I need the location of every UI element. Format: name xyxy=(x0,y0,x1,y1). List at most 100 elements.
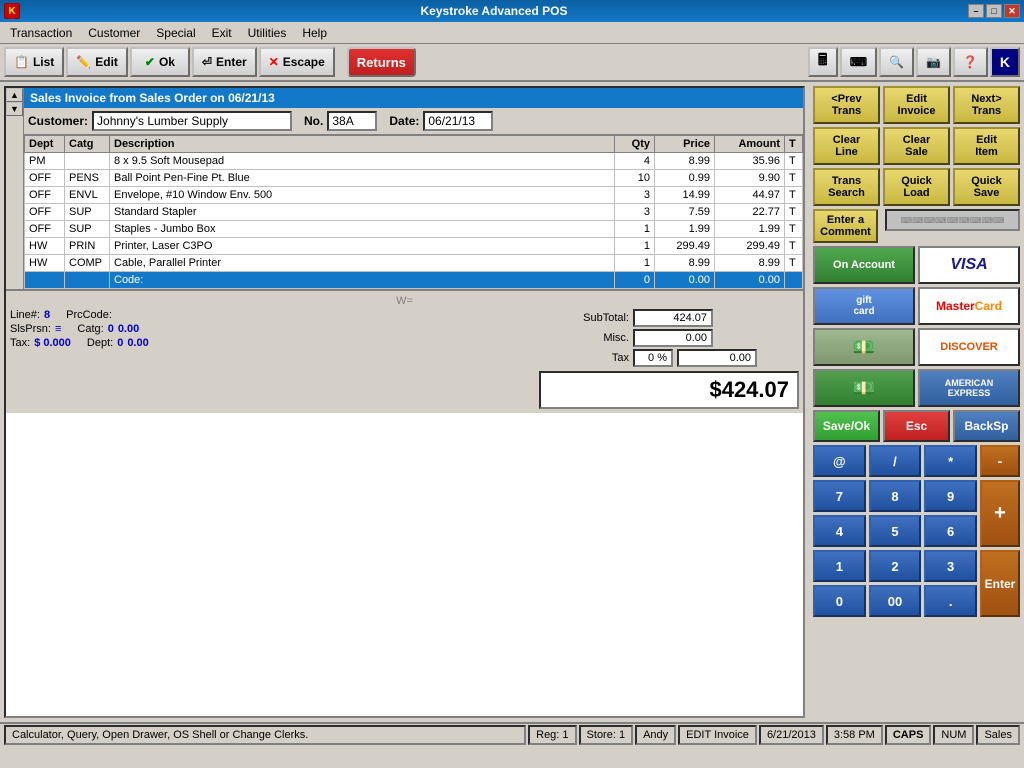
calc-minus-button[interactable]: - xyxy=(980,445,1020,477)
active-code: Code: xyxy=(110,272,615,289)
calc-dot-button[interactable]: . xyxy=(924,585,977,617)
check-button[interactable]: 💵 xyxy=(813,328,915,366)
row-qty: 1 xyxy=(615,221,655,238)
menu-transaction[interactable]: Transaction xyxy=(2,24,80,42)
table-row[interactable]: OFF ENVL Envelope, #10 Window Env. 500 3… xyxy=(25,187,803,204)
visa-button[interactable]: VISA xyxy=(918,246,1020,284)
app-icon: K xyxy=(4,3,20,19)
discover-button[interactable]: DISCOVER xyxy=(918,328,1020,366)
ok-button[interactable]: ✔ Ok xyxy=(130,47,190,77)
calc-2-button[interactable]: 2 xyxy=(869,550,922,582)
backspace-button[interactable]: BackSp xyxy=(953,410,1020,442)
search-toolbar-button[interactable]: 🔍 xyxy=(879,47,914,77)
quick-load-button[interactable]: Quick Load xyxy=(883,168,950,206)
calc-8-button[interactable]: 8 xyxy=(869,480,922,512)
menu-help[interactable]: Help xyxy=(294,24,335,42)
code-input[interactable] xyxy=(146,274,206,286)
ks-toolbar-button[interactable]: K xyxy=(990,47,1020,77)
cash-button[interactable]: 💵 xyxy=(813,369,915,407)
status-reg: Reg: 1 xyxy=(528,725,576,745)
calc-4-button[interactable]: 4 xyxy=(813,515,866,547)
table-row[interactable]: HW PRIN Printer, Laser C3PO 1 299.49 299… xyxy=(25,238,803,255)
calc-at-button[interactable]: @ xyxy=(813,445,866,477)
gift-card-button[interactable]: gift card xyxy=(813,287,915,325)
invoice-date-input[interactable] xyxy=(423,111,493,131)
minimize-button[interactable]: – xyxy=(968,4,984,18)
mastercard-button[interactable]: MasterCard xyxy=(918,287,1020,325)
help-toolbar-button[interactable]: ❓ xyxy=(953,47,988,77)
row-qty: 3 xyxy=(615,204,655,221)
row-price: 0.99 xyxy=(655,170,715,187)
close-button[interactable]: ✕ xyxy=(1004,4,1020,18)
menubar: Transaction Customer Special Exit Utilit… xyxy=(0,22,1024,44)
prev-trans-button[interactable]: <Prev Trans xyxy=(813,86,880,124)
misc-input[interactable] xyxy=(633,329,713,347)
list-button[interactable]: 📋 List xyxy=(4,47,64,77)
slsprsn-value: ≡ xyxy=(55,323,61,335)
row-dept: OFF xyxy=(25,221,65,238)
table-row[interactable]: OFF PENS Ball Point Pen-Fine Pt. Blue 10… xyxy=(25,170,803,187)
row-dept: PM xyxy=(25,153,65,170)
line-value: 8 xyxy=(44,309,50,321)
menu-special[interactable]: Special xyxy=(148,24,203,42)
row-t: T xyxy=(785,204,803,221)
menu-utilities[interactable]: Utilities xyxy=(240,24,295,42)
table-row[interactable]: HW COMP Cable, Parallel Printer 1 8.99 8… xyxy=(25,255,803,272)
calc-9-button[interactable]: 9 xyxy=(924,480,977,512)
restore-button[interactable]: □ xyxy=(986,4,1002,18)
active-input-row[interactable]: Code: 0 0.00 0.00 xyxy=(25,272,803,289)
on-account-button[interactable]: On Account xyxy=(813,246,915,284)
calc-toolbar-button[interactable]: 🖩 xyxy=(808,47,838,77)
statusbar: Calculator, Query, Open Drawer, OS Shell… xyxy=(0,722,1024,746)
calc-1-button[interactable]: 1 xyxy=(813,550,866,582)
save-ok-button[interactable]: Save/Ok xyxy=(813,410,880,442)
calc-6-button[interactable]: 6 xyxy=(924,515,977,547)
customer-input[interactable] xyxy=(92,111,292,131)
calc-div-button[interactable]: / xyxy=(869,445,922,477)
row-price: 1.99 xyxy=(655,221,715,238)
calc-0-button[interactable]: 0 xyxy=(813,585,866,617)
row-amount: 299.49 xyxy=(715,238,785,255)
edit-item-button[interactable]: Edit Item xyxy=(953,127,1020,165)
returns-button[interactable]: Returns xyxy=(347,47,416,77)
escape-button[interactable]: ✕ Escape xyxy=(259,47,335,77)
titlebar-controls: – □ ✕ xyxy=(968,4,1020,18)
calc-mul-button[interactable]: * xyxy=(924,445,977,477)
next-trans-button[interactable]: Next> Trans xyxy=(953,86,1020,124)
calc-5-button[interactable]: 5 xyxy=(869,515,922,547)
table-row[interactable]: PM 8 x 9.5 Soft Mousepad 4 8.99 35.96 T xyxy=(25,153,803,170)
menu-customer[interactable]: Customer xyxy=(80,24,148,42)
edit-invoice-button[interactable]: Edit Invoice xyxy=(883,86,950,124)
calc-7-button[interactable]: 7 xyxy=(813,480,866,512)
amex-button[interactable]: AMERICAN EXPRESS xyxy=(918,369,1020,407)
enter-button[interactable]: ⏎ Enter xyxy=(192,47,257,77)
edit-button[interactable]: ✏️ Edit xyxy=(66,47,128,77)
trans-search-button[interactable]: Trans Search xyxy=(813,168,880,206)
calc-plus-button[interactable]: + xyxy=(980,480,1020,547)
clear-sale-button[interactable]: Clear Sale xyxy=(883,127,950,165)
invoice-number-input[interactable] xyxy=(327,111,377,131)
row-desc: Printer, Laser C3PO xyxy=(110,238,615,255)
scroll-up[interactable]: ▲ xyxy=(6,88,23,102)
menu-exit[interactable]: Exit xyxy=(204,24,240,42)
status-caps: CAPS xyxy=(885,725,932,745)
calc-00-button[interactable]: 00 xyxy=(869,585,922,617)
scroll-down[interactable]: ▼ xyxy=(6,102,23,116)
calc-3-button[interactable]: 3 xyxy=(924,550,977,582)
enter-comment-button[interactable]: Enter a Comment xyxy=(813,209,878,243)
prccode-field: PrcCode: xyxy=(66,309,112,321)
numpad-toolbar-button[interactable]: ⌨ xyxy=(840,47,877,77)
calc-esc-button[interactable]: Esc xyxy=(883,410,950,442)
calc-enter-button[interactable]: Enter xyxy=(980,550,1020,617)
camera-toolbar-button[interactable]: 📷 xyxy=(916,47,951,77)
tax-pct-input[interactable] xyxy=(633,349,673,367)
subtotal-input[interactable] xyxy=(633,309,713,327)
table-row[interactable]: OFF SUP Standard Stapler 3 7.59 22.77 T xyxy=(25,204,803,221)
customer-row: Customer: No. Date: xyxy=(24,108,803,135)
row-t: T xyxy=(785,255,803,272)
table-row[interactable]: OFF SUP Staples - Jumbo Box 1 1.99 1.99 … xyxy=(25,221,803,238)
invoice-bottom: W= Line#: 8 PrcCode: xyxy=(6,289,803,413)
tax-total-input[interactable] xyxy=(677,349,757,367)
quick-save-button[interactable]: Quick Save xyxy=(953,168,1020,206)
clear-line-button[interactable]: Clear Line xyxy=(813,127,880,165)
